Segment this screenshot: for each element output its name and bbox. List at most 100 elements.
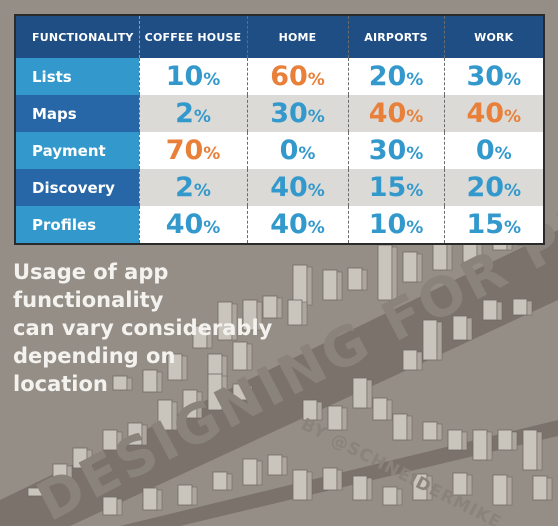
header-home: HOME	[246, 16, 348, 58]
row-label: Discovery	[16, 169, 139, 206]
building-icon	[492, 474, 508, 506]
table-row: Lists 10% 60% 20% 30%	[16, 58, 543, 95]
building-side	[511, 431, 518, 451]
value-cell: 2%	[138, 95, 247, 132]
building-icon	[447, 429, 463, 451]
value-number: 10	[368, 209, 407, 240]
building-icon	[372, 397, 388, 421]
building-side	[466, 474, 473, 496]
building-side	[526, 300, 533, 316]
building-side	[191, 486, 198, 506]
building-side	[536, 431, 543, 471]
building-icon	[497, 429, 513, 451]
building-side	[156, 489, 163, 511]
percent-sign: %	[494, 144, 512, 164]
value-number: 40	[368, 98, 407, 129]
building-side	[226, 473, 233, 491]
percent-sign: %	[307, 218, 325, 238]
row-label: Maps	[16, 95, 139, 132]
value-cell: 40%	[138, 206, 247, 243]
building-icon	[352, 475, 368, 501]
table-header-row: FUNCTIONALITY COFFEE HOUSE HOME AIRPORTS…	[16, 16, 543, 58]
value-cell: 0%	[443, 132, 543, 169]
percent-sign: %	[193, 181, 211, 201]
building-side	[386, 399, 393, 421]
building-side	[256, 460, 263, 486]
building-icon	[242, 458, 258, 486]
percent-sign: %	[307, 107, 325, 127]
value-number: 30	[368, 135, 407, 166]
building-icon	[392, 413, 408, 441]
building-side	[416, 351, 423, 371]
percent-sign: %	[307, 181, 325, 201]
building-icon	[322, 467, 338, 491]
value-cell: 15%	[347, 169, 444, 206]
building-side	[341, 407, 348, 431]
table-row: Profiles 40% 40% 10% 15%	[16, 206, 543, 243]
value-number: 0	[279, 135, 299, 166]
caption: Usage of app functionality can vary cons…	[13, 258, 313, 398]
value-number: 60	[270, 61, 308, 92]
value-number: 2	[175, 172, 194, 203]
building-icon	[512, 298, 528, 316]
building-side	[396, 488, 403, 506]
percent-sign: %	[193, 107, 211, 127]
value-number: 70	[165, 135, 204, 166]
building-side	[361, 269, 368, 291]
value-number: 15	[368, 172, 407, 203]
building-side	[466, 317, 473, 341]
building-side	[546, 477, 553, 501]
row-label: Payment	[16, 132, 139, 169]
percent-sign: %	[307, 70, 325, 90]
table-row: Maps 2% 30% 40% 40%	[16, 95, 543, 132]
percent-sign: %	[504, 181, 522, 201]
building-icon	[422, 421, 438, 441]
functionality-table: FUNCTIONALITY COFFEE HOUSE HOME AIRPORTS…	[14, 14, 545, 245]
header-functionality: FUNCTIONALITY	[16, 16, 139, 58]
caption-line: Usage of app functionality	[13, 260, 169, 312]
value-cell: 10%	[138, 58, 247, 95]
caption-line: location	[13, 372, 108, 396]
value-cell: 20%	[347, 58, 444, 95]
value-number: 0	[475, 135, 495, 166]
table-row: Payment 70% 0% 30% 0%	[16, 132, 543, 169]
header-coffee-house: COFFEE HOUSE	[138, 16, 247, 58]
value-number: 40	[270, 172, 308, 203]
row-label: Profiles	[16, 206, 139, 243]
value-cell: 20%	[443, 169, 543, 206]
building-side	[366, 379, 373, 409]
building-icon	[347, 267, 363, 291]
building-side	[406, 415, 413, 441]
building-icon	[532, 475, 548, 501]
building-icon	[292, 469, 308, 501]
percent-sign: %	[203, 144, 221, 164]
building-side	[366, 477, 373, 501]
building-side	[116, 498, 123, 516]
building-icon	[472, 429, 488, 461]
percent-sign: %	[406, 107, 424, 127]
value-number: 30	[270, 98, 308, 129]
percent-sign: %	[406, 181, 424, 201]
caption-line: depending on	[13, 344, 176, 368]
value-cell: 40%	[246, 169, 348, 206]
percent-sign: %	[504, 70, 522, 90]
value-cell: 60%	[246, 58, 348, 95]
value-cell: 30%	[443, 58, 543, 95]
percent-sign: %	[504, 107, 522, 127]
header-work: WORK	[443, 16, 543, 58]
percent-sign: %	[203, 70, 221, 90]
building-side	[486, 431, 493, 461]
building-icon	[402, 349, 418, 371]
value-cell: 30%	[246, 95, 348, 132]
building-side	[496, 301, 503, 321]
building-side	[336, 271, 343, 301]
building-icon	[267, 454, 283, 476]
value-cell: 2%	[138, 169, 247, 206]
building-side	[336, 469, 343, 491]
percent-sign: %	[406, 218, 424, 238]
value-number: 40	[466, 98, 505, 129]
value-cell: 40%	[246, 206, 348, 243]
percent-sign: %	[504, 218, 522, 238]
building-icon	[352, 377, 368, 409]
building-side	[506, 476, 513, 506]
